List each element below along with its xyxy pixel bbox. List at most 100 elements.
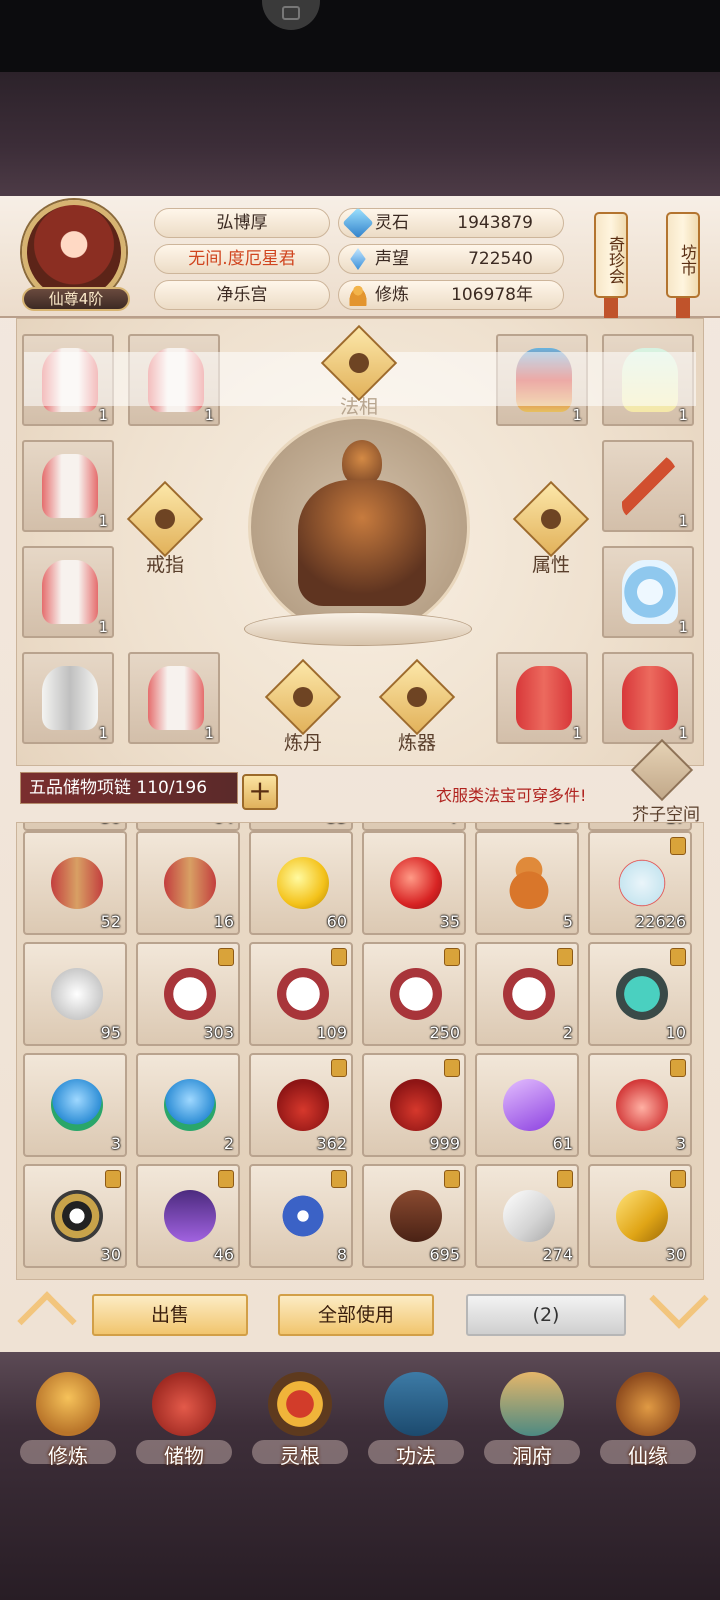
inventory-slot[interactable]: 61	[475, 1053, 579, 1157]
lock-icon	[670, 837, 686, 855]
inventory-slot[interactable]: 250	[362, 942, 466, 1046]
drum-icon	[164, 857, 216, 909]
robe-icon	[516, 666, 572, 730]
lock-icon	[670, 948, 686, 966]
inventory-slot[interactable]: 2	[136, 1053, 240, 1157]
item-count: 274	[542, 1245, 573, 1264]
slot-count: 1	[98, 512, 108, 530]
player-sect: 净乐宫	[154, 280, 330, 310]
inventory-slot[interactable]: 30	[588, 1164, 692, 1268]
item-count: 8	[336, 1245, 347, 1264]
item-count: 22626	[635, 912, 686, 931]
screen-record-icon	[262, 0, 320, 30]
ice-armor-icon	[622, 560, 678, 624]
inventory-slot[interactable]: 46	[136, 1164, 240, 1268]
equip-slot[interactable]: 1	[22, 652, 114, 744]
lock-icon	[218, 1170, 234, 1188]
inventory-slot[interactable]: 5	[475, 831, 579, 935]
item-count: 109	[316, 1023, 347, 1042]
inventory-slot[interactable]: 3	[588, 1053, 692, 1157]
inventory-slot[interactable]: 8	[249, 1164, 353, 1268]
inventory-slot[interactable]: 695	[362, 1164, 466, 1268]
book-icon	[384, 1372, 448, 1436]
nav-cave[interactable]: 洞府	[478, 1358, 586, 1476]
item-count: 60	[326, 912, 347, 931]
robe-icon	[42, 454, 98, 518]
equip-slot[interactable]: 1	[22, 440, 114, 532]
nav-cultivate[interactable]: 修炼	[14, 1358, 122, 1476]
nav-label: 功法	[396, 1444, 436, 1468]
item-count: 3	[675, 1134, 686, 1153]
item-count: 303	[203, 1023, 234, 1042]
gold-ingot-icon	[616, 1190, 668, 1242]
ore-icon	[503, 1190, 555, 1242]
inventory-slot[interactable]: 10	[588, 942, 692, 1046]
lock-icon	[557, 1170, 573, 1188]
player-name: 弘博厚	[154, 208, 330, 238]
gourd-icon	[616, 1372, 680, 1436]
scroll-up-arrow-icon[interactable]	[16, 1294, 72, 1322]
inventory-slot[interactable]: 999	[362, 1053, 466, 1157]
inventory-slot[interactable]: 64	[136, 823, 240, 831]
figure-body	[298, 480, 426, 606]
drum-icon	[51, 857, 103, 909]
sell-button[interactable]: 出售	[92, 1294, 248, 1336]
equip-slot[interactable]: 1	[602, 546, 694, 638]
market-button[interactable]: 坊市	[666, 212, 700, 298]
inventory-slot[interactable]: 3	[23, 1053, 127, 1157]
inventory-slot[interactable]: 35	[362, 831, 466, 935]
attribute-label: 属性	[532, 554, 571, 576]
palace-icon	[500, 1372, 564, 1436]
use-all-button[interactable]: 全部使用	[278, 1294, 434, 1336]
slot-count: 1	[678, 512, 688, 530]
teapot-icon	[390, 1079, 442, 1131]
lock-icon	[557, 948, 573, 966]
item-count: 61	[552, 1134, 573, 1153]
crystal-icon	[495, 1071, 563, 1139]
scroll-down-arrow-icon[interactable]	[648, 1294, 704, 1322]
expand-storage-button[interactable]: +	[242, 774, 278, 810]
rice-tray-icon	[277, 968, 329, 1020]
meditating-figure	[288, 440, 436, 618]
inventory-slot[interactable]: 15	[475, 823, 579, 831]
inventory-slot[interactable]: 16	[136, 831, 240, 935]
ring-label: 戒指	[146, 554, 185, 576]
inventory-slot[interactable]: 17	[588, 823, 692, 831]
inventory-slot[interactable]: 303	[136, 942, 240, 1046]
inventory-slot[interactable]: 60	[249, 831, 353, 935]
inventory-slot[interactable]: 362	[249, 1053, 353, 1157]
inventory-slot[interactable]: 30	[23, 1164, 127, 1268]
inventory-slot[interactable]: 2	[475, 942, 579, 1046]
inventory-slot[interactable]: 52	[23, 831, 127, 935]
log-icon	[390, 1190, 442, 1242]
item-count: 10	[665, 1023, 686, 1042]
item-count: 30	[101, 823, 121, 827]
equip-slot[interactable]: 1	[496, 652, 588, 744]
nav-spirit-root[interactable]: 灵根	[246, 1358, 354, 1476]
water-drop-icon	[51, 1079, 103, 1131]
inventory-slot[interactable]: 22626	[588, 831, 692, 935]
inventory-slot[interactable]: 30	[23, 823, 127, 831]
inventory-slot[interactable]: 274	[475, 1164, 579, 1268]
equip-slot[interactable]: 1	[22, 546, 114, 638]
inventory-slot[interactable]: 109	[249, 942, 353, 1046]
bottle-icon	[616, 857, 668, 909]
equip-slot[interactable]: 1	[602, 652, 694, 744]
nav-technique[interactable]: 功法	[362, 1358, 470, 1476]
item-count: 2	[223, 1134, 234, 1153]
robe-icon	[42, 666, 98, 730]
selected-count-button[interactable]: (2)	[466, 1294, 626, 1336]
equip-slot[interactable]: 1	[602, 440, 694, 532]
item-count: 64	[214, 823, 234, 827]
meditation-icon	[36, 1372, 100, 1436]
rare-treasure-button[interactable]: 奇珍会	[594, 212, 628, 298]
inventory-grid: 30 64 33 7 15 17 52166035522626953031092…	[16, 822, 704, 1280]
nav-fortune[interactable]: 仙缘	[594, 1358, 702, 1476]
equip-slot[interactable]: 1	[128, 652, 220, 744]
nav-label: 灵根	[280, 1444, 320, 1468]
inventory-slot[interactable]: 7	[362, 823, 466, 831]
status-bar	[0, 0, 720, 72]
inventory-slot[interactable]: 33	[249, 823, 353, 831]
nav-storage[interactable]: 储物	[130, 1358, 238, 1476]
inventory-slot[interactable]: 95	[23, 942, 127, 1046]
